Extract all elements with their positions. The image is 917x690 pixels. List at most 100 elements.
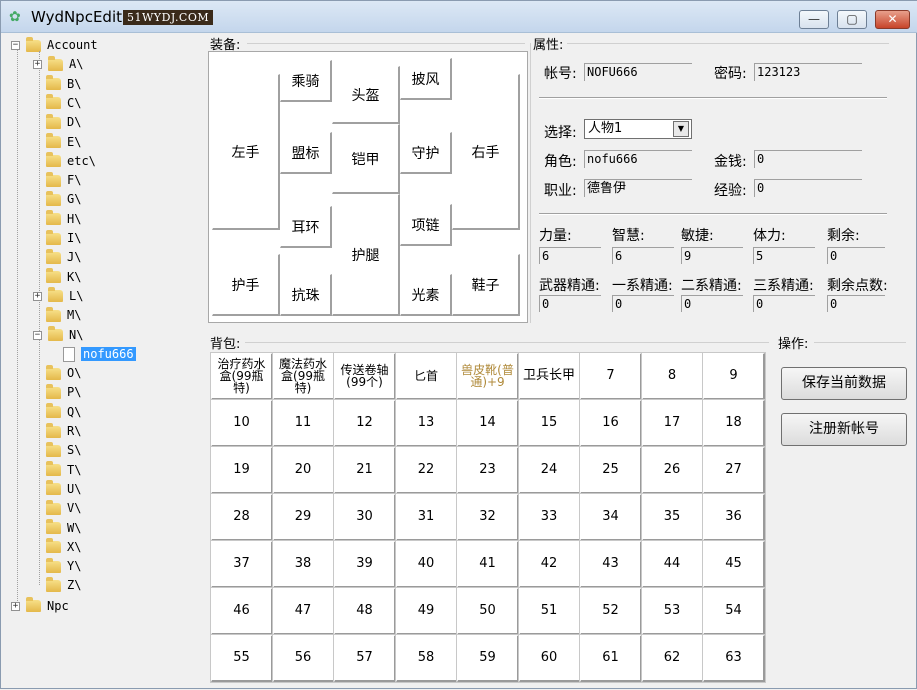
bag-slot[interactable]: 传送卷轴(99个) [333,352,397,401]
bag-slot[interactable]: 62 [640,634,705,683]
tree-item-folder[interactable]: E\ [40,133,81,151]
tree-item-folder[interactable]: I\ [40,229,81,247]
bag-slot[interactable]: 56 [271,634,336,683]
tree-item-folder[interactable]: C\ [40,94,81,112]
tree-item-folder[interactable]: M\ [40,306,81,324]
bag-slot[interactable]: 53 [640,587,705,636]
bag-slot[interactable]: 54 [702,587,766,636]
tree-item-folder[interactable]: O\ [40,364,81,382]
stat-field[interactable]: 0 [827,247,885,264]
bag-slot[interactable]: 27 [702,446,766,495]
character-select[interactable]: 人物1 ▼ [584,119,692,139]
slot-right-hand[interactable]: 右手 [452,74,520,230]
tree-item-folder[interactable]: D\ [40,113,81,131]
slot-left-hand[interactable]: 左手 [212,74,280,230]
money-field[interactable]: 0 [754,150,862,168]
tree-item-folder[interactable]: S\ [40,441,81,459]
tree-item-folder[interactable]: F\ [40,171,81,189]
bag-slot[interactable]: 37 [210,540,274,589]
bag-slot[interactable]: 15 [517,399,582,448]
bag-slot[interactable]: 24 [517,446,582,495]
exp-field[interactable]: 0 [754,179,862,197]
bag-slot[interactable]: 19 [210,446,274,495]
tree-item-folder[interactable]: H\ [40,210,81,228]
slot-mount[interactable]: 乘骑 [280,60,332,102]
bag-slot[interactable]: 兽皮靴(普通)+9 [456,352,520,401]
mastery-field[interactable]: 0 [612,295,674,312]
tree-item-folder[interactable]: + L\ [33,287,83,305]
chevron-down-icon[interactable]: ▼ [673,121,689,137]
bag-slot[interactable]: 11 [271,399,336,448]
save-button[interactable]: 保存当前数据 [781,367,907,400]
bag-slot[interactable]: 25 [579,446,643,495]
stat-field[interactable]: 5 [753,247,815,264]
bag-slot[interactable]: 38 [271,540,336,589]
tree-item-npc[interactable]: + Npc [11,597,69,615]
collapse-icon[interactable]: − [11,41,20,50]
tree-item-folder[interactable]: R\ [40,422,81,440]
bag-slot[interactable]: 55 [210,634,274,683]
slot-armor[interactable]: 铠甲 [332,124,400,194]
slot-element[interactable]: 光素 [400,274,452,316]
slot-cape[interactable]: 披风 [400,58,452,100]
bag-slot[interactable]: 10 [210,399,274,448]
bag-slot[interactable]: 59 [456,634,520,683]
bag-slot[interactable]: 45 [702,540,766,589]
slot-necklace[interactable]: 项链 [400,204,452,246]
role-field[interactable]: nofu666 [584,150,692,168]
bag-slot[interactable]: 48 [333,587,397,636]
tree-item-folder[interactable]: B\ [40,75,81,93]
maximize-button[interactable]: ▢ [837,10,867,29]
bag-slot[interactable]: 26 [640,446,705,495]
bag-slot[interactable]: 46 [210,587,274,636]
bag-slot[interactable]: 9 [702,352,766,401]
bag-slot[interactable]: 34 [579,493,643,542]
tree-item-folder[interactable]: Y\ [40,557,81,575]
bag-slot[interactable]: 33 [517,493,582,542]
slot-leggings[interactable]: 护腿 [332,194,400,316]
tree-item-folder[interactable]: etc\ [40,152,96,170]
bag-slot[interactable]: 匕首 [394,352,459,401]
bag-slot[interactable]: 21 [333,446,397,495]
bag-slot[interactable]: 17 [640,399,705,448]
bag-slot[interactable]: 41 [456,540,520,589]
bag-slot[interactable]: 60 [517,634,582,683]
slot-shoes[interactable]: 鞋子 [452,254,520,316]
bag-slot[interactable]: 28 [210,493,274,542]
slot-earring[interactable]: 耳环 [280,206,332,248]
slot-gauntlet[interactable]: 护手 [212,254,280,316]
bag-slot[interactable]: 39 [333,540,397,589]
stat-field[interactable]: 9 [681,247,743,264]
bag-slot[interactable]: 14 [456,399,520,448]
bag-slot[interactable]: 51 [517,587,582,636]
account-field[interactable]: NOFU666 [584,63,692,81]
bag-slot[interactable]: 63 [702,634,766,683]
slot-emblem[interactable]: 盟标 [280,132,332,174]
tree-item-folder[interactable]: Z\ [40,576,81,594]
bag-slot[interactable]: 8 [640,352,705,401]
minimize-button[interactable]: — [799,10,829,29]
expand-icon[interactable]: + [33,291,42,301]
tree-item-folder[interactable]: P\ [40,383,81,401]
stat-field[interactable]: 6 [539,247,601,264]
expand-icon[interactable]: + [11,601,20,611]
expand-icon[interactable]: + [33,60,42,70]
bag-slot[interactable]: 40 [394,540,459,589]
tree-item-folder[interactable]: K\ [40,268,81,286]
tree-item-folder[interactable]: J\ [40,248,81,266]
bag-slot[interactable]: 44 [640,540,705,589]
bag-slot[interactable]: 57 [333,634,397,683]
password-field[interactable]: 123123 [754,63,862,81]
bag-slot[interactable]: 12 [333,399,397,448]
job-field[interactable]: 德鲁伊 [584,179,692,197]
bag-slot[interactable]: 43 [579,540,643,589]
account-tree[interactable]: − Account + A\ B\ C\ D\ E\ etc\ F\ G\ H\ I\ J\ K\ + L\ M\… [7,35,203,685]
bag-slot[interactable]: 16 [579,399,643,448]
mastery-field[interactable]: 0 [539,295,601,312]
tree-item-folder[interactable]: Q\ [40,403,81,421]
tree-item-folder[interactable]: G\ [40,190,81,208]
bag-slot[interactable]: 52 [579,587,643,636]
bag-slot[interactable]: 治疗药水盒(99瓶特) [210,352,274,401]
register-button[interactable]: 注册新帐号 [781,413,907,446]
bag-slot[interactable]: 7 [579,352,643,401]
